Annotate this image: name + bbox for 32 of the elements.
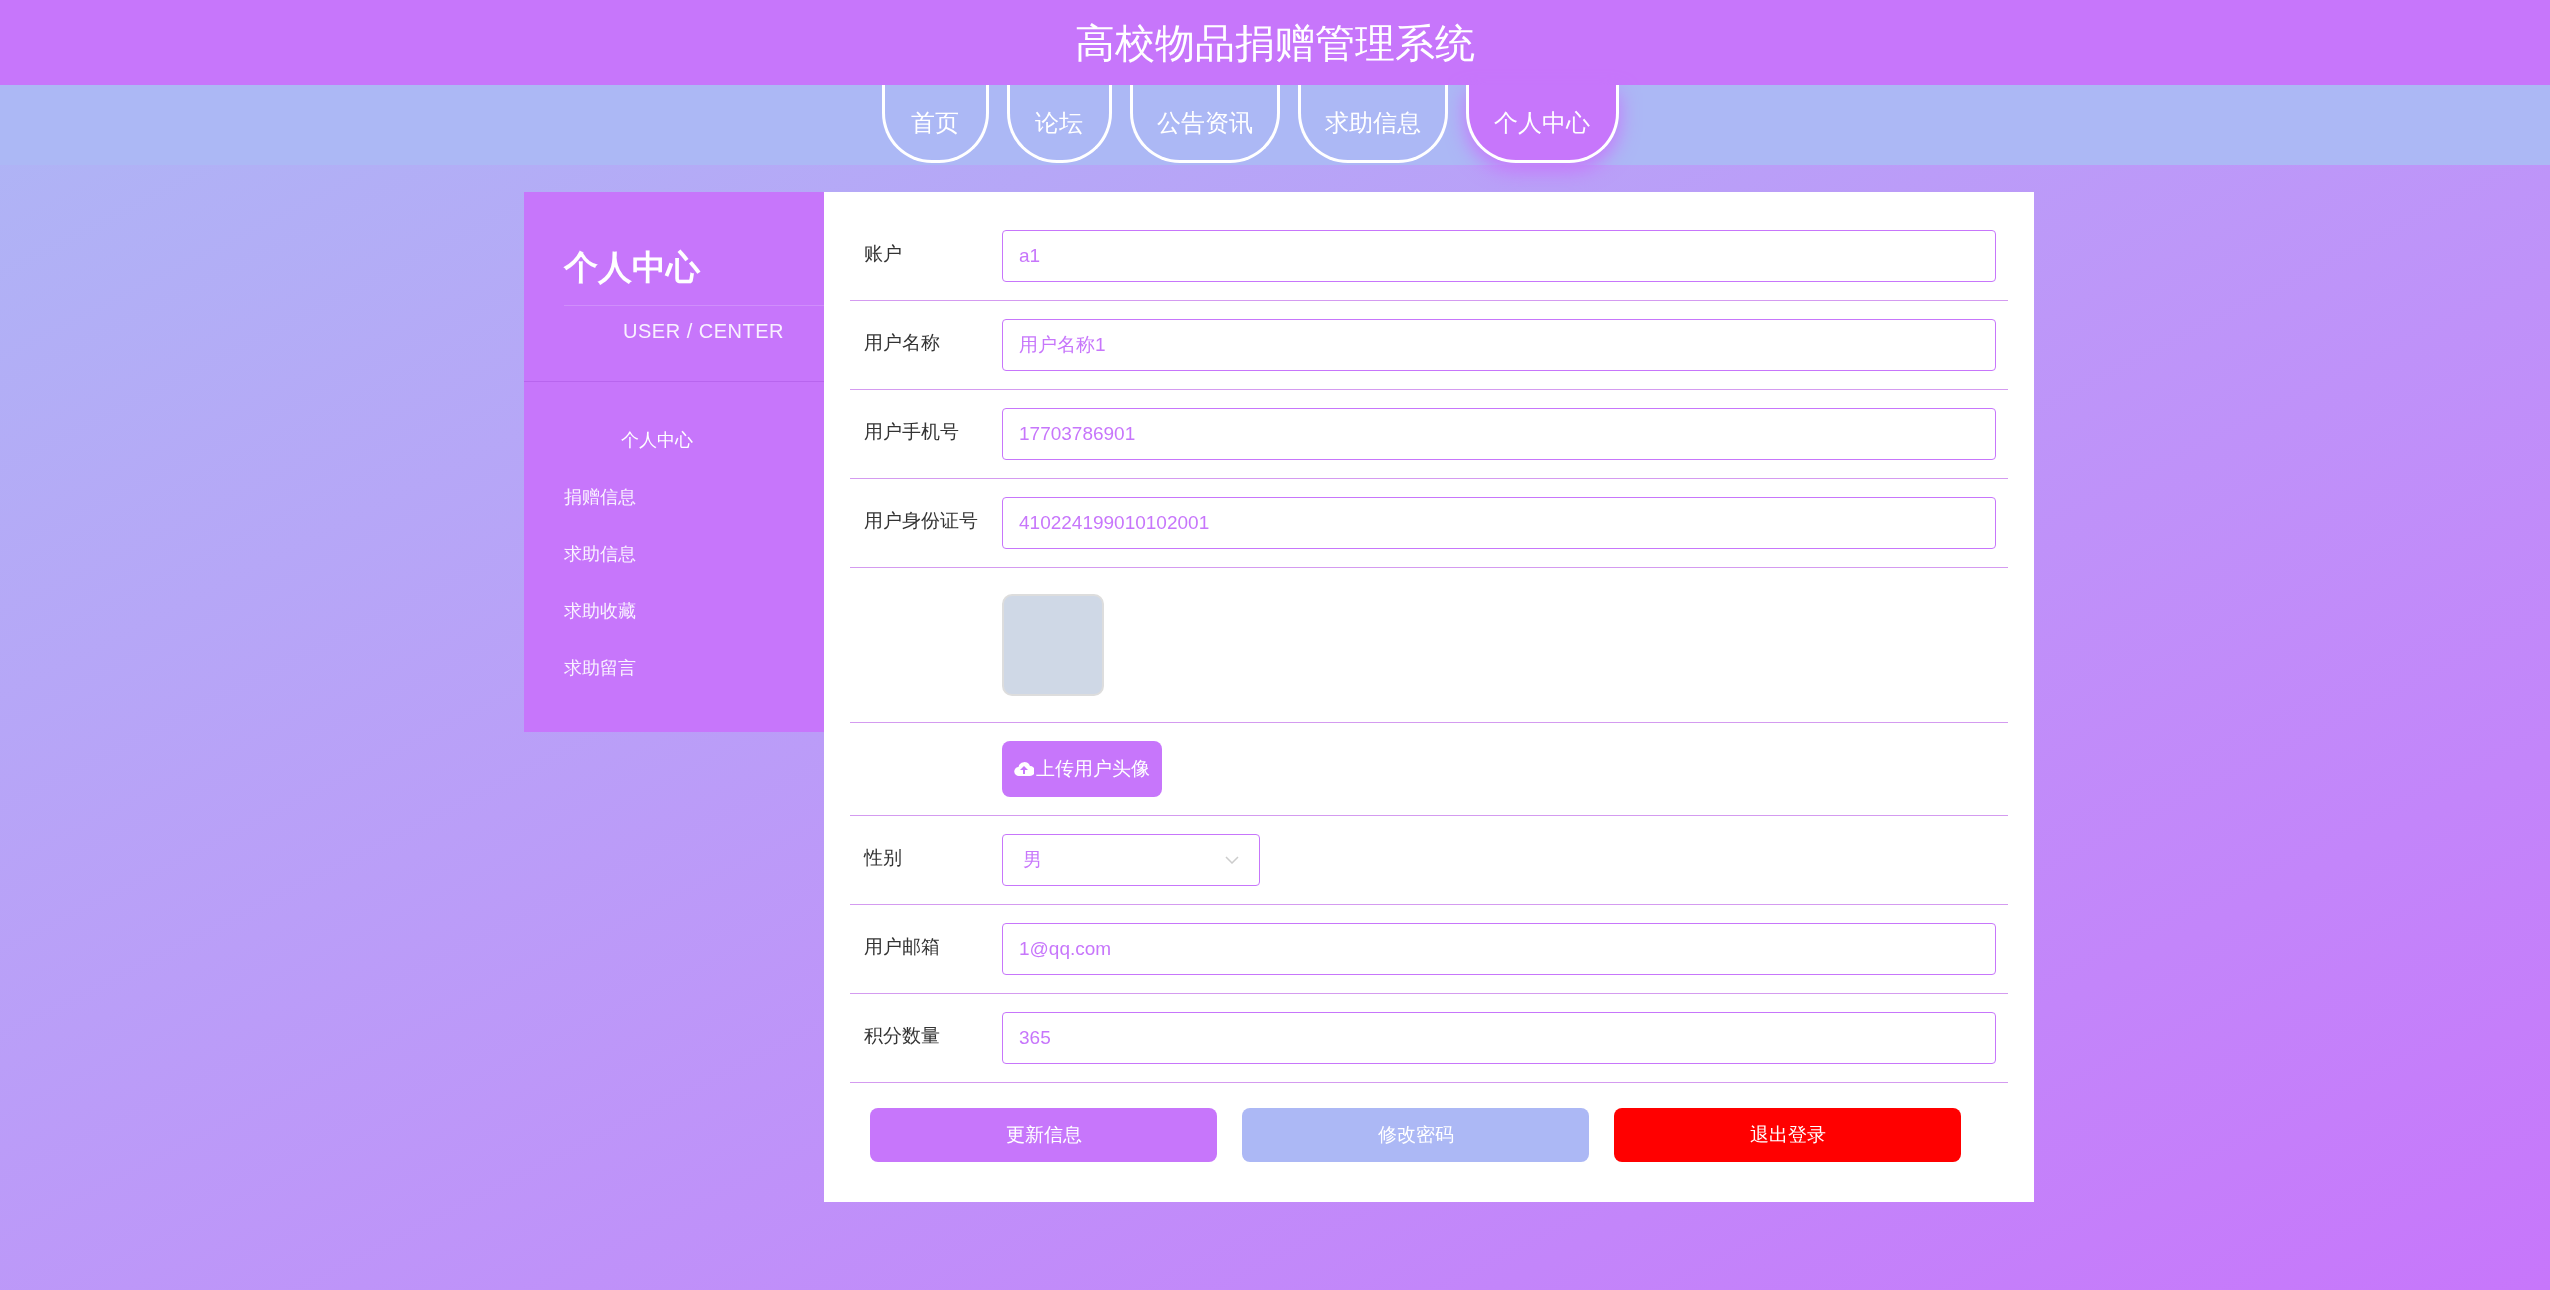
gender-select[interactable]: 男: [1002, 834, 1260, 886]
text-input-field[interactable]: 365: [1002, 1012, 1996, 1064]
field-label: 账户: [864, 243, 902, 264]
sidebar-link[interactable]: 求助收藏: [564, 598, 636, 625]
sidebar-link[interactable]: 求助信息: [564, 541, 636, 568]
site-title: 高校物品捐赠管理系统: [1075, 19, 1475, 67]
action-button[interactable]: 退出登录: [1614, 1108, 1961, 1162]
sidebar-link[interactable]: 捐赠信息: [564, 484, 636, 511]
text-input-field[interactable]: 17703786901: [1002, 408, 1996, 460]
field-label: 用户身份证号: [864, 510, 978, 531]
sidebar-link[interactable]: 个人中心: [621, 427, 693, 454]
chevron-down-icon: [1225, 856, 1239, 864]
nav-tab[interactable]: 公告资讯: [1129, 85, 1280, 163]
action-button[interactable]: 修改密码: [1242, 1108, 1589, 1162]
sidebar-subtitle: USER / CENTER: [623, 319, 784, 344]
field-label: 用户手机号: [864, 421, 959, 442]
text-input-field[interactable]: 用户名称1: [1002, 319, 1996, 371]
nav-tab[interactable]: 首页: [881, 85, 989, 163]
action-button[interactable]: 更新信息: [870, 1108, 1217, 1162]
text-input-field[interactable]: 410224199010102001: [1002, 497, 1996, 549]
sidebar-link[interactable]: 求助留言: [564, 655, 636, 682]
field-label: 积分数量: [864, 1025, 940, 1046]
field-label: 用户名称: [864, 332, 940, 353]
nav-tab[interactable]: 个人中心: [1465, 85, 1619, 163]
cloud-upload-icon: [1014, 761, 1034, 777]
upload-avatar-button[interactable]: 上传用户头像: [1002, 741, 1162, 797]
text-input-field[interactable]: a1: [1002, 230, 1996, 282]
nav-tab[interactable]: 求助信息: [1297, 85, 1448, 163]
text-input-field[interactable]: 1@qq.com: [1002, 923, 1996, 975]
field-label: 性别: [864, 847, 902, 868]
field-label: 用户邮箱: [864, 936, 940, 957]
nav-tab[interactable]: 论坛: [1006, 85, 1112, 163]
